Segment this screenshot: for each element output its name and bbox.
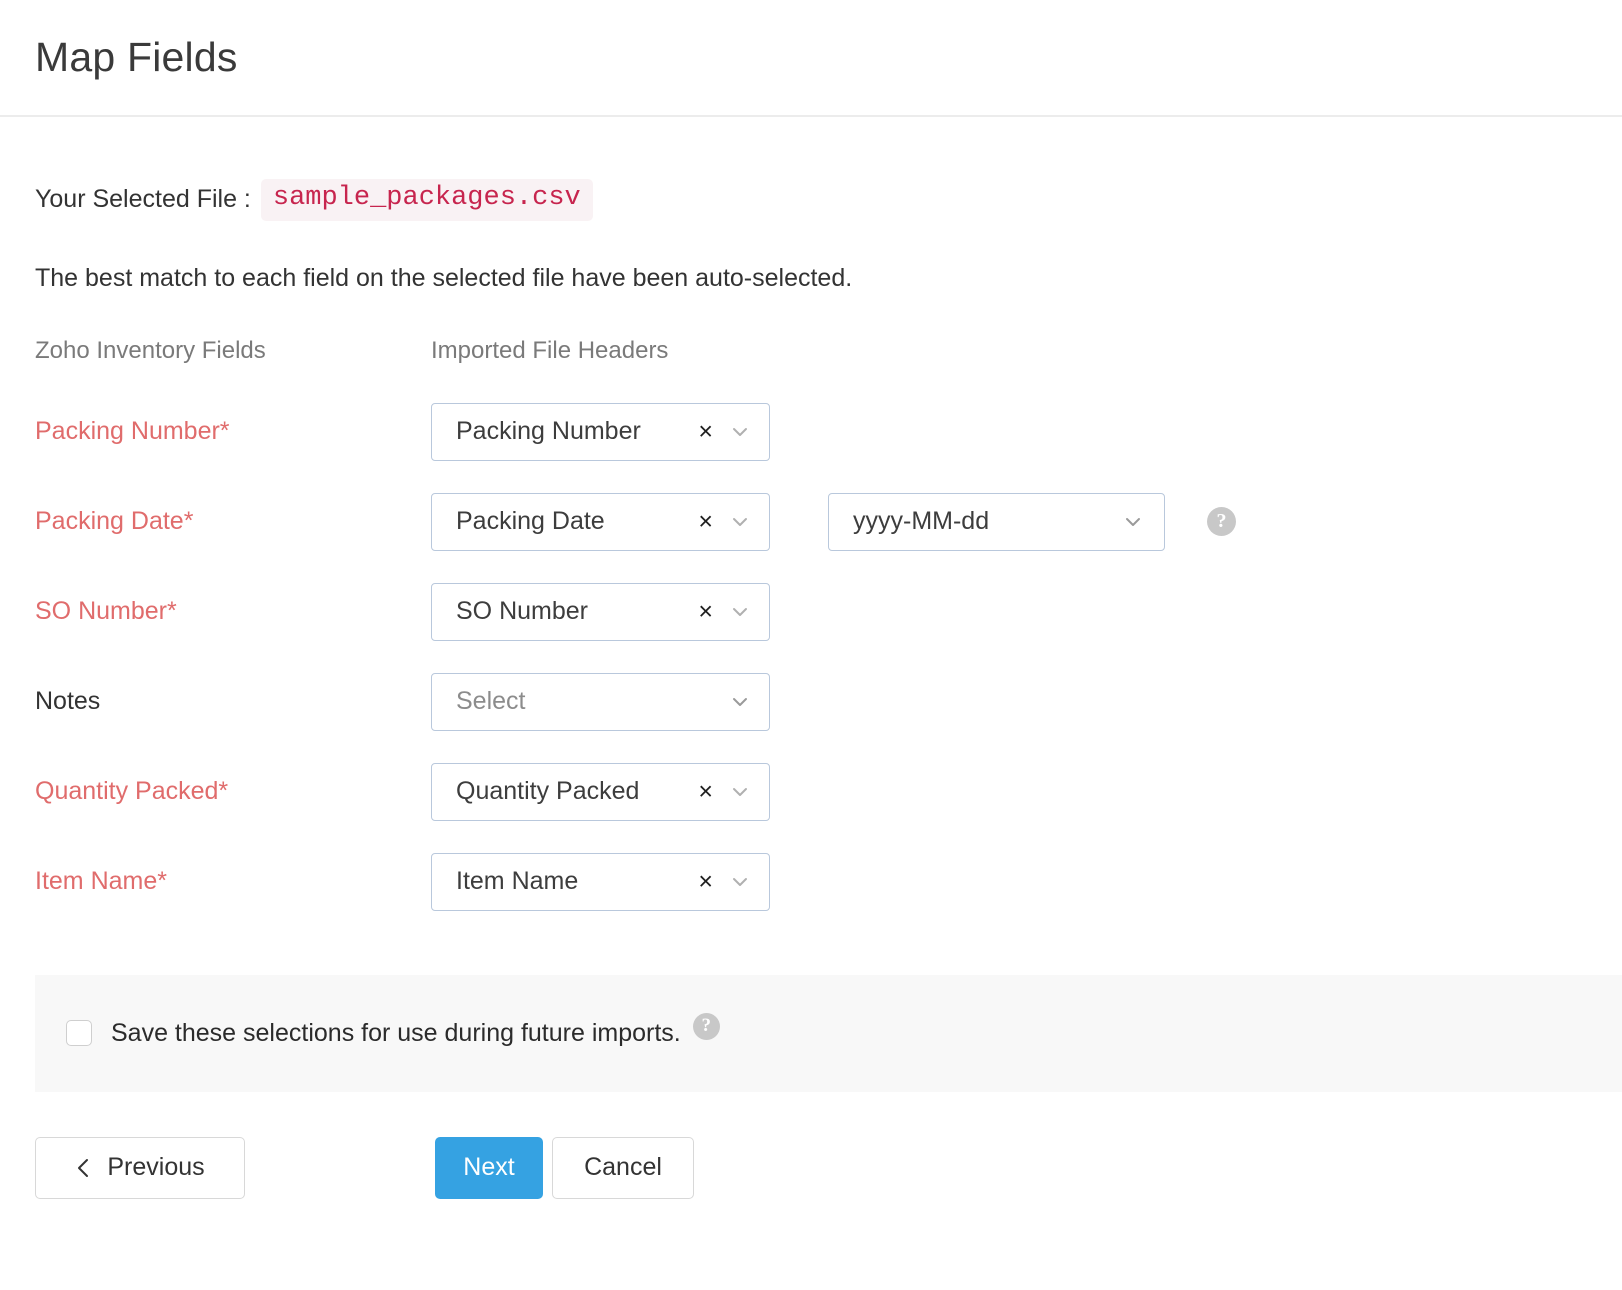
previous-button[interactable]: Previous xyxy=(35,1137,245,1199)
save-selections-checkbox[interactable] xyxy=(66,1020,92,1046)
save-selections-label: Save these selections for use during fut… xyxy=(111,1019,681,1048)
field-label-packing-date: Packing Date* xyxy=(35,507,431,536)
chevron-left-icon xyxy=(75,1157,91,1179)
clear-icon[interactable]: × xyxy=(698,869,713,894)
footer-actions: Previous Next Cancel xyxy=(0,1137,1622,1199)
mapping-row: Item Name* Item Name × xyxy=(35,837,1587,927)
clear-icon[interactable]: × xyxy=(698,419,713,444)
help-icon[interactable]: ? xyxy=(1207,507,1236,536)
page-body: Your Selected File : sample_packages.csv… xyxy=(0,179,1622,927)
help-icon[interactable]: ? xyxy=(693,1013,720,1040)
field-label-item-name: Item Name* xyxy=(35,867,431,896)
select-value: Quantity Packed xyxy=(456,779,639,804)
header-select-so-number[interactable]: SO Number × xyxy=(431,583,770,641)
field-label-so-number: SO Number* xyxy=(35,597,431,626)
column-heading-file-headers: Imported File Headers xyxy=(431,337,668,365)
clear-icon[interactable]: × xyxy=(698,509,713,534)
chevron-down-icon xyxy=(731,513,749,531)
chevron-down-icon xyxy=(731,603,749,621)
previous-button-label: Previous xyxy=(107,1153,204,1182)
select-value: SO Number xyxy=(456,599,588,624)
header-select-notes[interactable]: Select xyxy=(431,673,770,731)
header-select-packing-number[interactable]: Packing Number × xyxy=(431,403,770,461)
header-select-item-name[interactable]: Item Name × xyxy=(431,853,770,911)
chevron-down-icon xyxy=(731,693,749,711)
mapping-row: Packing Date* Packing Date × yyyy-MM-dd … xyxy=(35,477,1587,567)
chevron-down-icon xyxy=(731,783,749,801)
mapping-column-headings: Zoho Inventory Fields Imported File Head… xyxy=(35,337,1587,365)
header-select-quantity-packed[interactable]: Quantity Packed × xyxy=(431,763,770,821)
cancel-button[interactable]: Cancel xyxy=(552,1137,694,1199)
chevron-down-icon xyxy=(1124,513,1142,531)
clear-icon[interactable]: × xyxy=(698,779,713,804)
date-format-select[interactable]: yyyy-MM-dd xyxy=(828,493,1165,551)
next-button[interactable]: Next xyxy=(435,1137,543,1199)
select-value: Item Name xyxy=(456,869,578,894)
mapping-row: Packing Number* Packing Number × xyxy=(35,387,1587,477)
selected-file-name: sample_packages.csv xyxy=(261,179,593,221)
save-selections-panel: Save these selections for use during fut… xyxy=(35,975,1622,1092)
selected-file-label: Your Selected File : xyxy=(35,185,251,214)
select-value: Packing Date xyxy=(456,509,605,534)
mapping-rows: Packing Number* Packing Number × Packing… xyxy=(35,387,1587,927)
field-label-quantity-packed: Quantity Packed* xyxy=(35,777,431,806)
auto-select-description: The best match to each field on the sele… xyxy=(35,264,1587,293)
header-select-packing-date[interactable]: Packing Date × xyxy=(431,493,770,551)
select-value: Packing Number xyxy=(456,419,641,444)
chevron-down-icon xyxy=(731,423,749,441)
selected-file-row: Your Selected File : sample_packages.csv xyxy=(35,179,1587,221)
date-format-value: yyyy-MM-dd xyxy=(853,509,989,534)
mapping-row: Notes Select xyxy=(35,657,1587,747)
mapping-row: Quantity Packed* Quantity Packed × xyxy=(35,747,1587,837)
mapping-row: SO Number* SO Number × xyxy=(35,567,1587,657)
page-header: Map Fields xyxy=(0,0,1622,117)
select-value: Select xyxy=(456,689,525,714)
field-label-notes: Notes xyxy=(35,687,431,716)
chevron-down-icon xyxy=(731,873,749,891)
column-heading-zoho-fields: Zoho Inventory Fields xyxy=(35,337,431,365)
field-label-packing-number: Packing Number* xyxy=(35,417,431,446)
clear-icon[interactable]: × xyxy=(698,599,713,624)
page-title: Map Fields xyxy=(35,37,238,78)
